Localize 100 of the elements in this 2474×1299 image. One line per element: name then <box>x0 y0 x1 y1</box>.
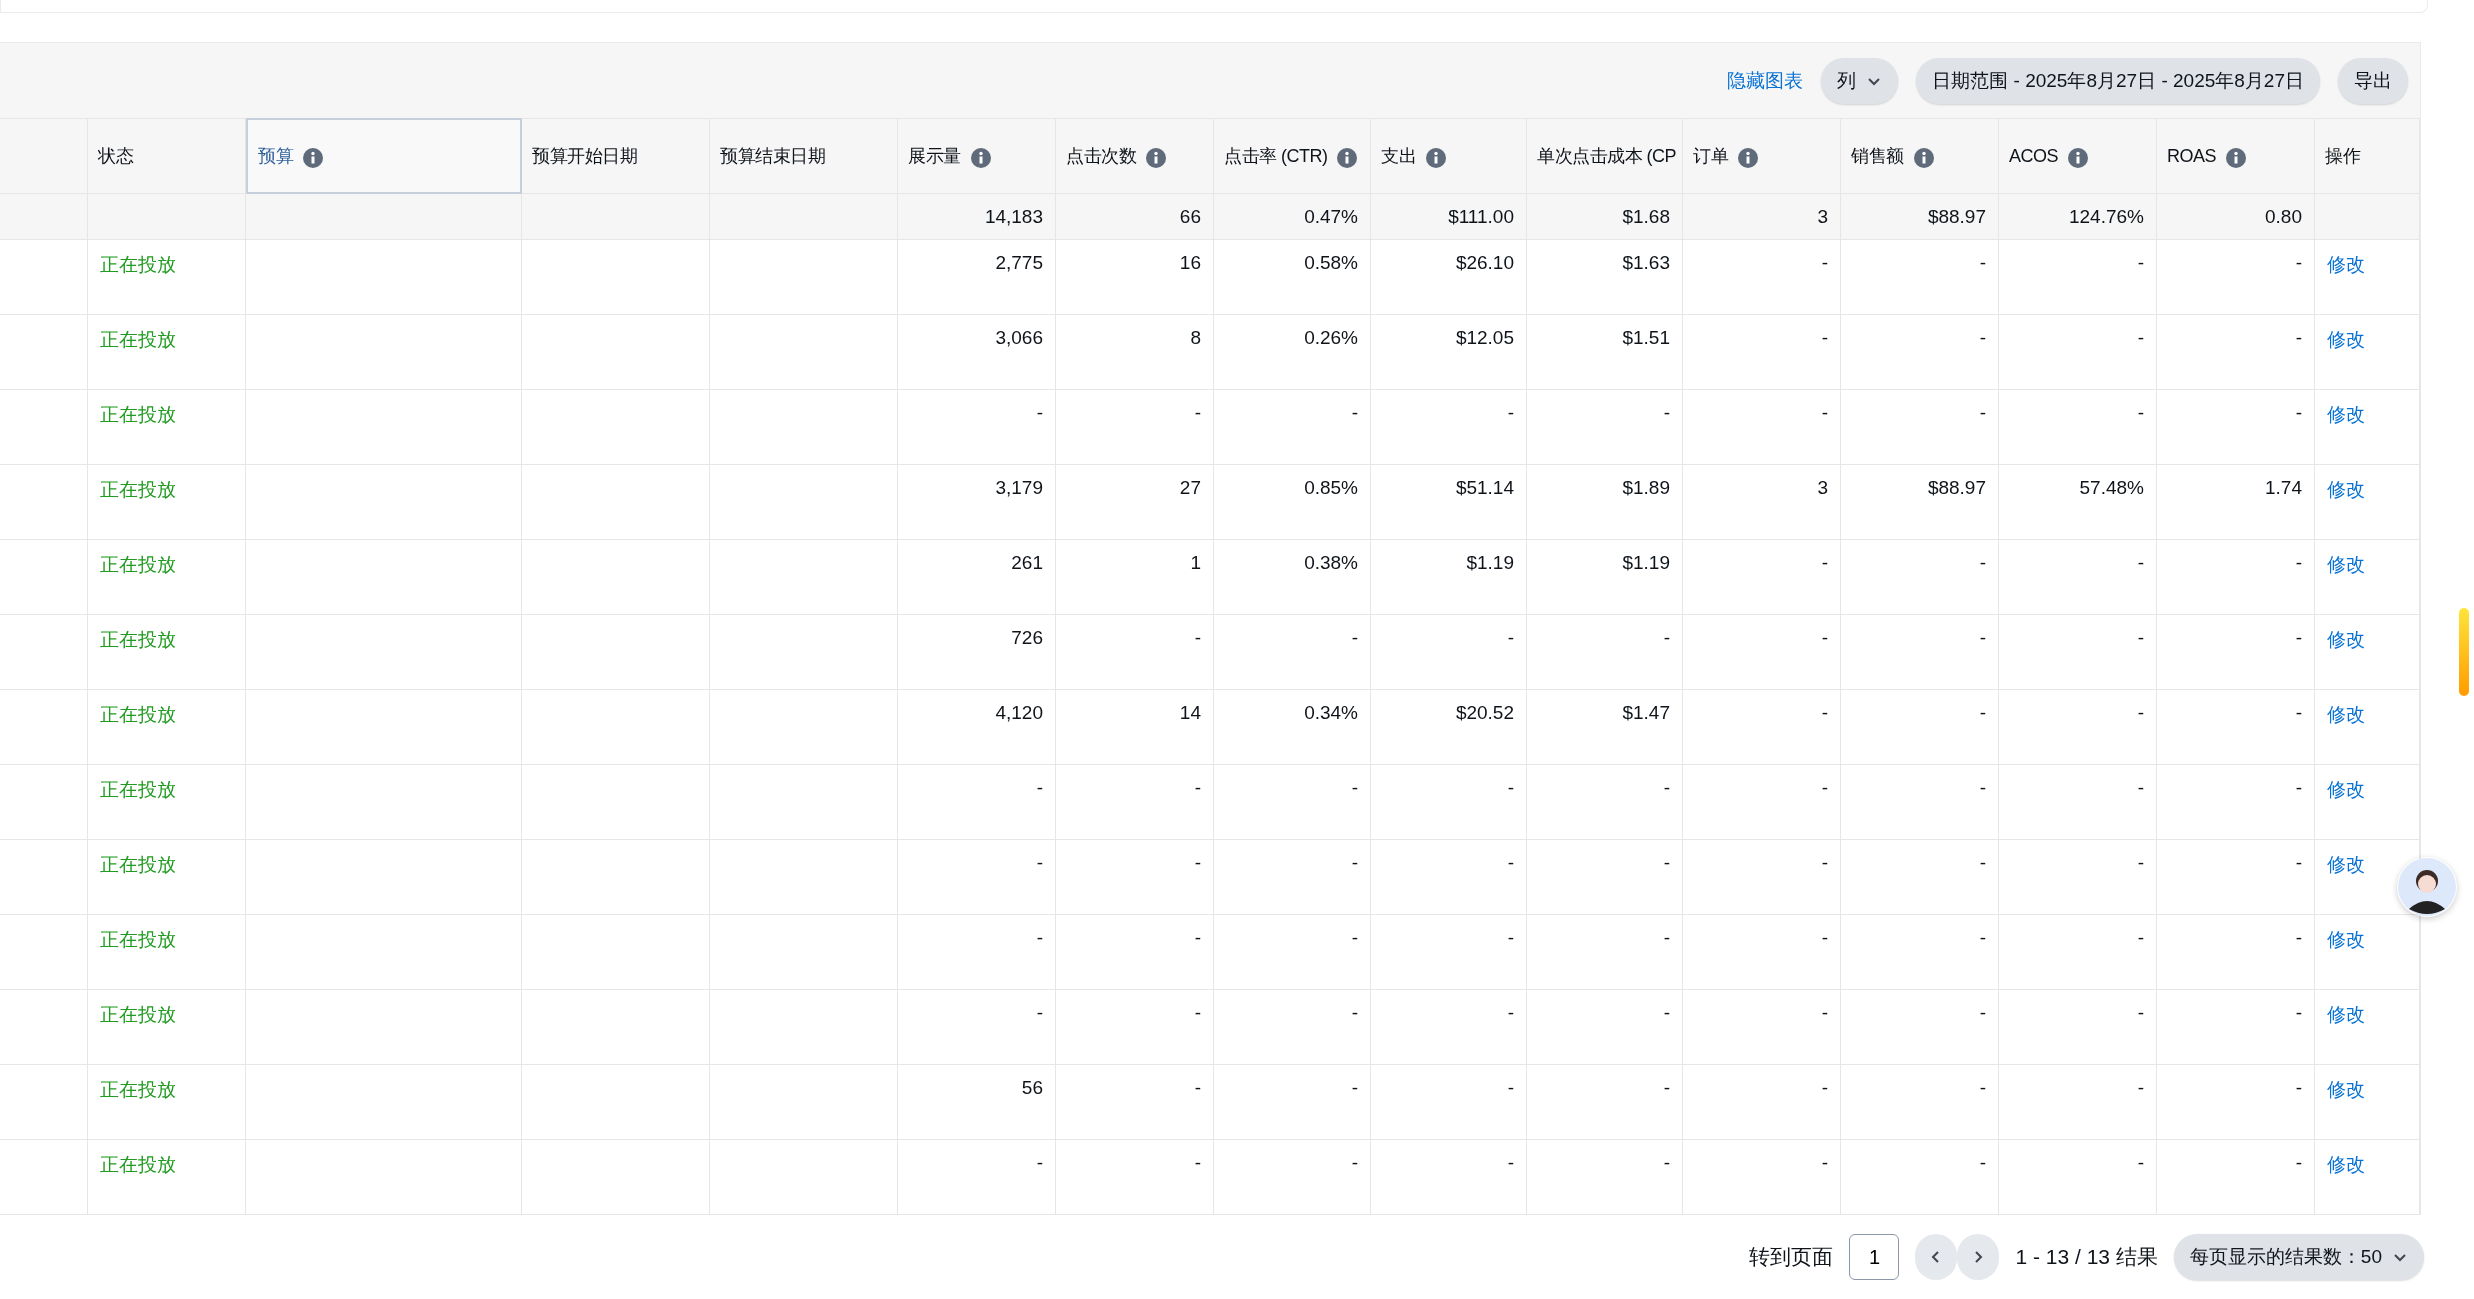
column-header[interactable]: ACOS <box>1999 118 2157 194</box>
edit-link[interactable]: 修改 <box>2327 1154 2365 1175</box>
edit-link[interactable]: 修改 <box>2327 1004 2365 1025</box>
results-count: 1 - 13 / 13 结果 <box>2015 1244 2158 1270</box>
status-text: 正在投放 <box>100 1004 176 1025</box>
status-text: 正在投放 <box>100 929 176 950</box>
summary-value: $1.68 <box>1622 205 1670 228</box>
status-text: 正在投放 <box>100 1154 176 1175</box>
summary-value: 0.80 <box>2265 205 2302 228</box>
edit-link[interactable]: 修改 <box>2327 479 2365 500</box>
status-text: 正在投放 <box>100 404 176 425</box>
summary-value: 66 <box>1179 205 1201 228</box>
table-cell: - <box>1663 1152 1670 1173</box>
column-header[interactable]: 订单 <box>1683 118 1841 194</box>
edit-link[interactable]: 修改 <box>2327 629 2365 650</box>
status-text: 正在投放 <box>100 254 176 275</box>
table-cell: - <box>1979 1152 1986 1173</box>
table-cell: - <box>1979 627 1986 648</box>
table-cell: 0.85% <box>1304 477 1358 498</box>
column-header[interactable]: 预算开始日期 <box>522 118 710 194</box>
column-header[interactable]: 单次点击成本 (CP <box>1527 118 1683 194</box>
table-cell: - <box>1036 1002 1043 1023</box>
table-cell: - <box>1821 1077 1828 1098</box>
table-cell: - <box>1507 852 1514 873</box>
column-header[interactable]: 操作 <box>2315 118 2420 194</box>
date-range-button[interactable]: 日期范围 - 2025年8月27日 - 2025年8月27日 <box>1916 57 2320 104</box>
table-cell: 3,179 <box>995 477 1043 498</box>
table-cell: - <box>1194 852 1201 873</box>
table-cell: - <box>2137 1002 2144 1023</box>
summary-value: 124.76% <box>2069 205 2144 228</box>
table-cell: - <box>1351 852 1358 873</box>
edit-link[interactable]: 修改 <box>2327 554 2365 575</box>
table-cell: $1.19 <box>1466 552 1514 573</box>
table-cell: - <box>2137 927 2144 948</box>
summary-value: $88.97 <box>1927 205 1986 228</box>
summary-value: $111.00 <box>1448 205 1514 228</box>
table-cell: - <box>1821 1002 1828 1023</box>
export-button[interactable]: 导出 <box>2338 57 2408 104</box>
table-cell: - <box>1036 777 1043 798</box>
table-cell: - <box>1979 702 1986 723</box>
table-cell: - <box>1821 252 1828 273</box>
table-cell: - <box>1351 1002 1358 1023</box>
table-cell: - <box>2295 1002 2302 1023</box>
table-cell: - <box>1194 402 1201 423</box>
table-cell: - <box>2137 1077 2144 1098</box>
table-cell: - <box>1663 402 1670 423</box>
table-cell: - <box>2295 852 2302 873</box>
table-cell: - <box>1507 927 1514 948</box>
edit-link[interactable]: 修改 <box>2327 704 2365 725</box>
table-cell: 0.34% <box>1304 702 1358 723</box>
table-cell: - <box>2295 702 2302 723</box>
table-cell: - <box>2137 552 2144 573</box>
column-header[interactable]: 支出 <box>1371 118 1527 194</box>
columns-dropdown[interactable]: 列 <box>1821 57 1899 104</box>
per-page-dropdown[interactable]: 每页显示的结果数：50 <box>2173 1234 2424 1280</box>
table-cell: $1.51 <box>1622 327 1670 348</box>
table-cell: - <box>1821 627 1828 648</box>
edit-link[interactable]: 修改 <box>2327 929 2365 950</box>
summary-value: 0.47% <box>1304 205 1358 228</box>
edit-link[interactable]: 修改 <box>2327 329 2365 350</box>
table-cell: - <box>1036 402 1043 423</box>
column-header[interactable]: 预算 <box>246 118 522 194</box>
table-cell: 1 <box>1190 552 1201 573</box>
edit-link[interactable]: 修改 <box>2327 1079 2365 1100</box>
table-cell: - <box>2295 777 2302 798</box>
table-cell: - <box>1194 1002 1201 1023</box>
table-cell: - <box>1821 1152 1828 1173</box>
table-cell: - <box>1663 777 1670 798</box>
table-cell: - <box>1507 777 1514 798</box>
column-header[interactable]: 展示量 <box>898 118 1056 194</box>
table-cell: $1.89 <box>1622 477 1670 498</box>
table-cell: 0.38% <box>1304 552 1358 573</box>
table-cell: - <box>1663 1077 1670 1098</box>
table-cell: - <box>1351 927 1358 948</box>
hide-chart-link[interactable]: 隐藏图表 <box>1727 67 1804 94</box>
table-cell: 14 <box>1179 702 1201 723</box>
column-header[interactable]: 销售额 <box>1841 118 1999 194</box>
status-text: 正在投放 <box>100 1079 176 1100</box>
edit-link[interactable]: 修改 <box>2327 254 2365 275</box>
goto-page-label: 转到页面 <box>1749 1244 1834 1270</box>
column-header[interactable]: 预算结束日期 <box>710 118 898 194</box>
table-cell: - <box>2295 927 2302 948</box>
table-cell: - <box>2295 327 2302 348</box>
avatar-icon[interactable] <box>2397 857 2457 917</box>
page-input[interactable]: 1 <box>1849 1234 1900 1280</box>
edit-link[interactable]: 修改 <box>2327 854 2365 875</box>
table-cell: 726 <box>1011 627 1043 648</box>
table-cell: 56 <box>1021 1077 1043 1098</box>
table-cell: - <box>1351 1152 1358 1173</box>
table-cell: - <box>1194 627 1201 648</box>
edit-link[interactable]: 修改 <box>2327 404 2365 425</box>
previous-page-button[interactable] <box>1915 1234 1958 1280</box>
column-header[interactable]: 点击率 (CTR) <box>1214 118 1371 194</box>
table-cell: $20.52 <box>1455 702 1514 723</box>
table-cell: 57.48% <box>2079 477 2144 498</box>
column-header[interactable]: ROAS <box>2157 118 2315 194</box>
next-page-button[interactable] <box>1957 1234 2000 1280</box>
column-header[interactable]: 点击次数 <box>1056 118 1214 194</box>
table-cell: 0.26% <box>1304 327 1358 348</box>
edit-link[interactable]: 修改 <box>2327 779 2365 800</box>
